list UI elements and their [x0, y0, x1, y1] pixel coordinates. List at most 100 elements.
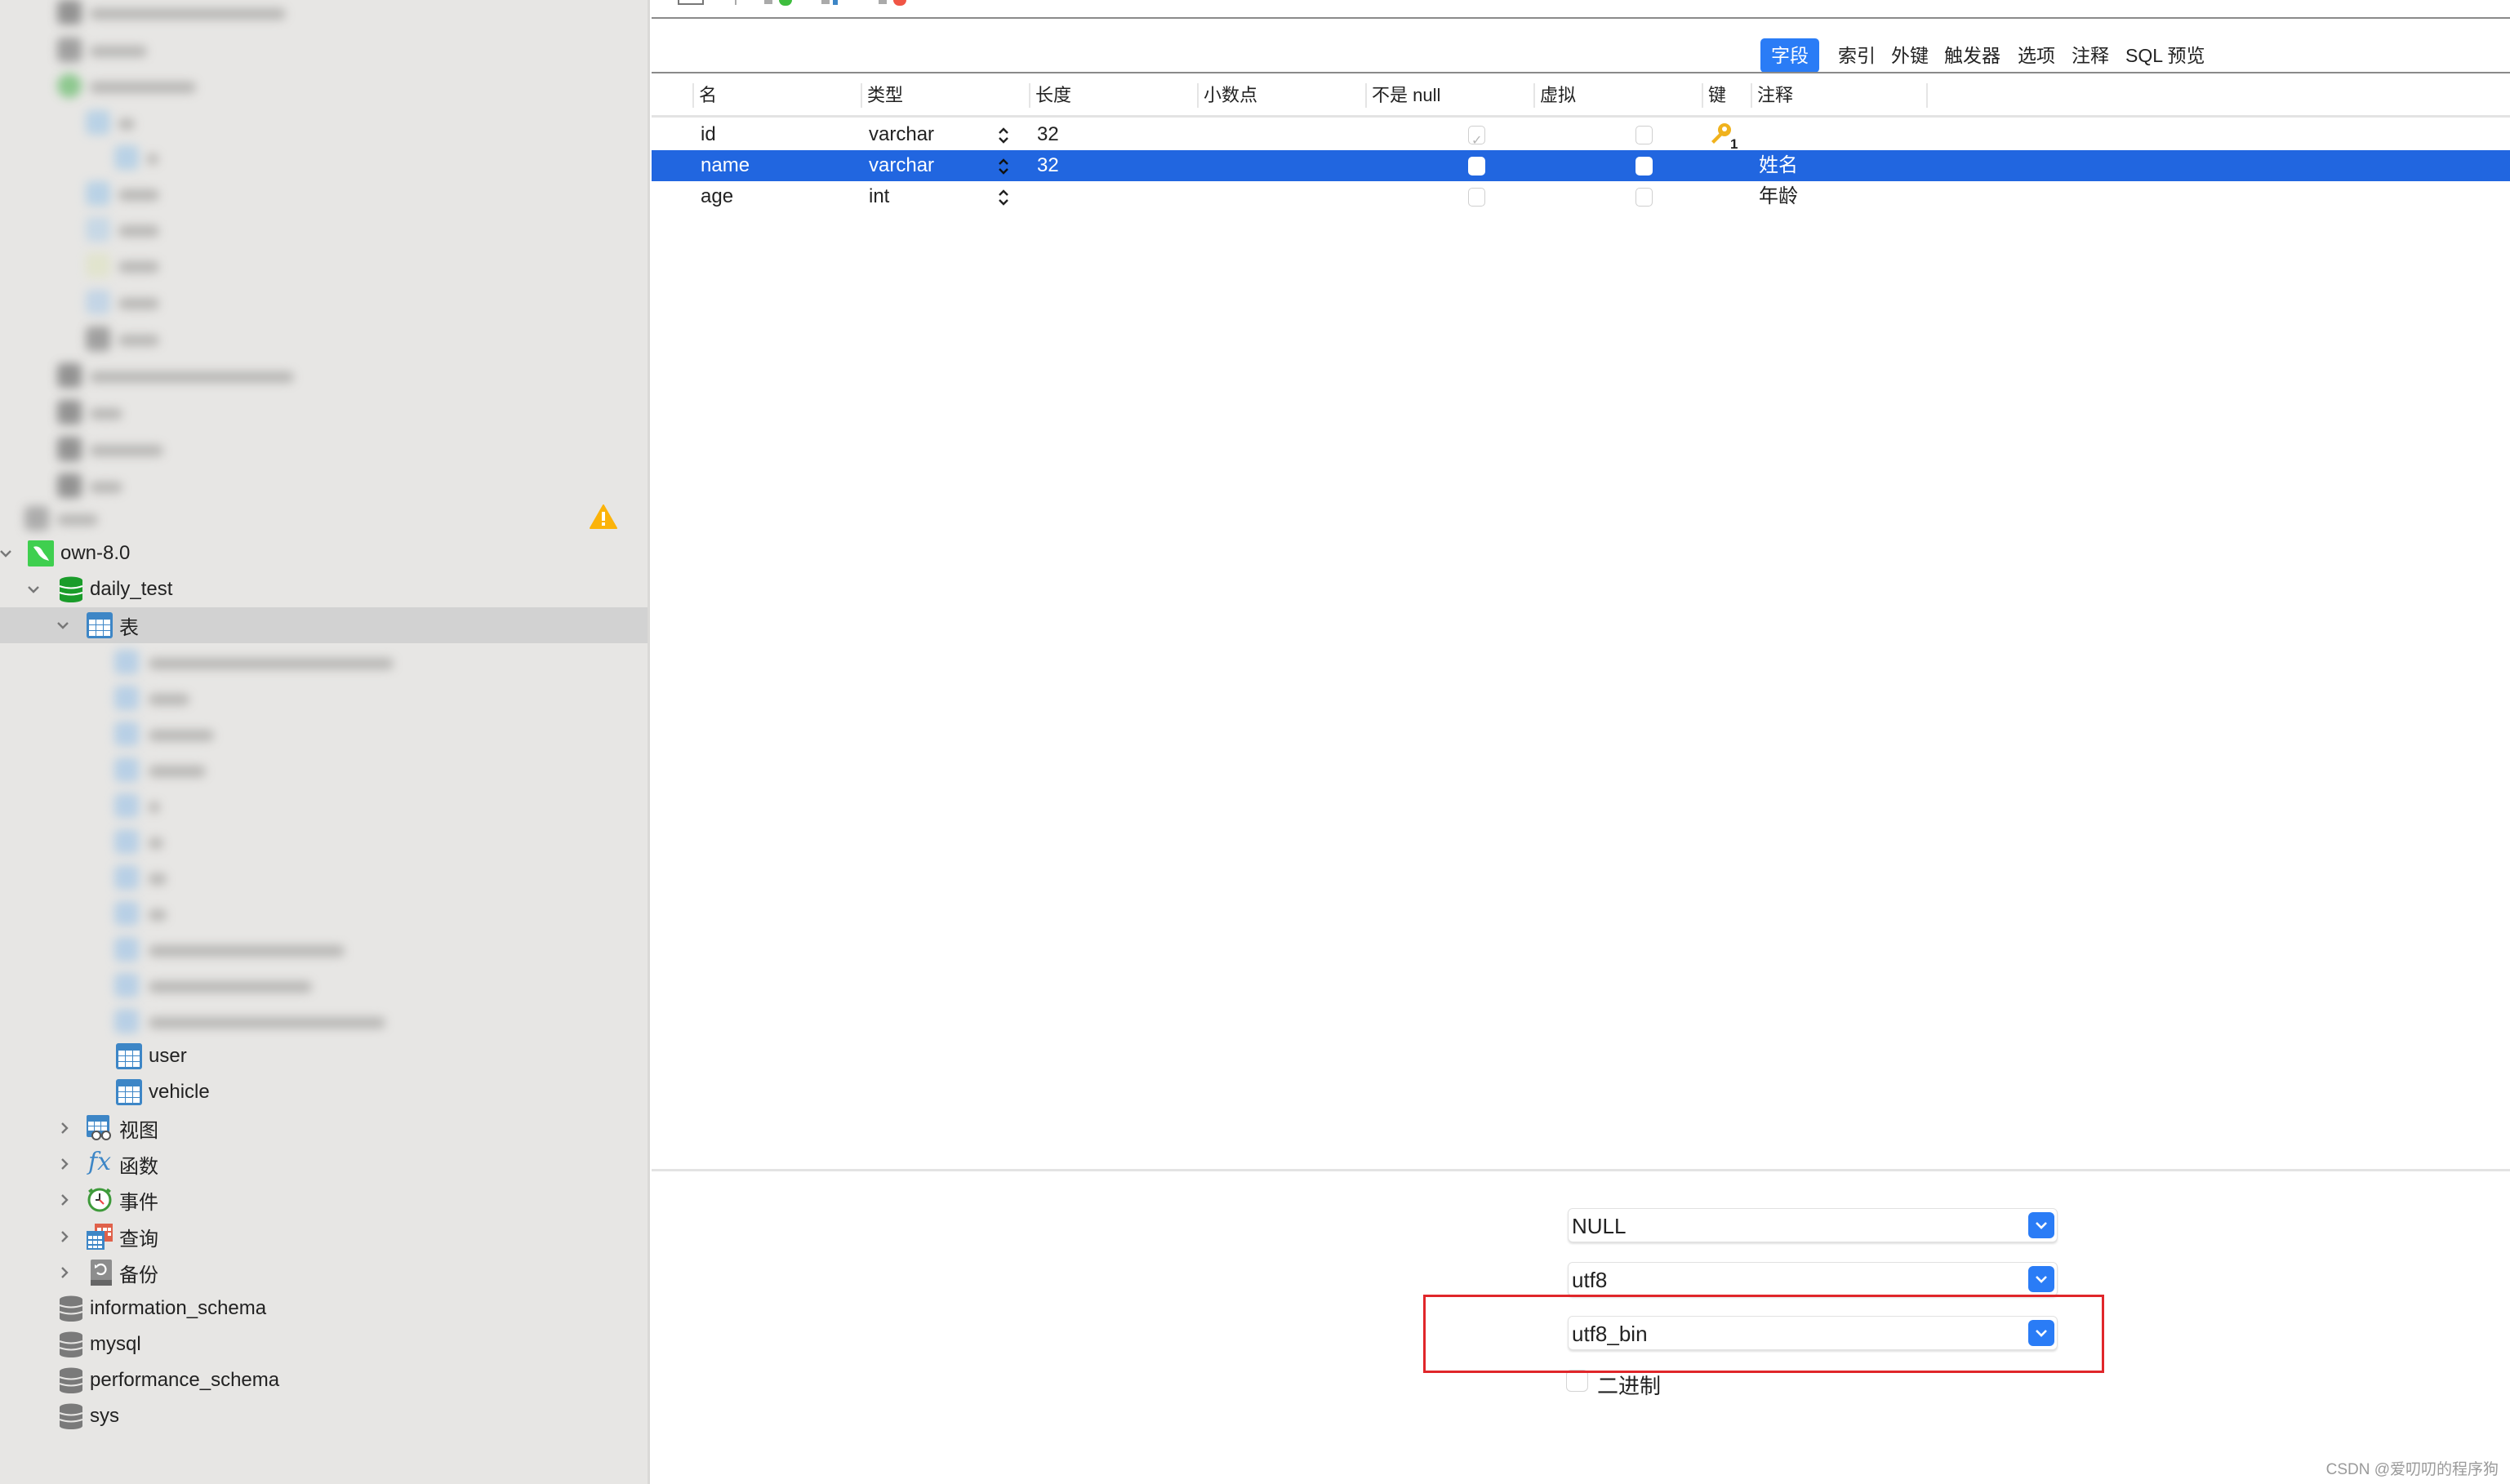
column-header-type[interactable]: 类型 — [861, 83, 1029, 108]
delete-field-icon[interactable] — [879, 0, 887, 4]
tree-item-database-performance-schema[interactable]: performance_schema — [0, 1362, 648, 1398]
chevron-down-icon[interactable] — [2028, 1266, 2054, 1292]
chevron-right-icon[interactable] — [56, 1191, 73, 1209]
field-comment[interactable]: 年龄 — [1759, 181, 1798, 212]
virtual-checkbox[interactable] — [1636, 188, 1653, 207]
charset-select[interactable]: utf8 — [1568, 1262, 2058, 1296]
tab-indexes[interactable]: 索引 — [1827, 38, 1886, 73]
chevron-down-icon[interactable] — [54, 616, 72, 634]
field-row-selected[interactable]: name varchar 32 姓名 — [652, 150, 2510, 181]
tree-item-backups[interactable]: 备份 — [0, 1255, 648, 1291]
default-value-select[interactable]: NULL — [1568, 1208, 2058, 1242]
obscured-table-item[interactable] — [114, 686, 212, 710]
obscured-table-item[interactable] — [114, 973, 343, 997]
tree-item-connection[interactable]: own-8.0 — [0, 535, 648, 571]
obscured-table-item[interactable] — [114, 758, 229, 782]
tree-item-table-vehicle[interactable]: vehicle — [0, 1074, 648, 1110]
binary-checkbox[interactable] — [1566, 1370, 1588, 1392]
fields-grid[interactable]: 名 类型 长度 小数点 不是 null 虚拟 键 注释 id varchar 3… — [652, 73, 2510, 1169]
obscured-table-item[interactable] — [114, 722, 245, 746]
field-comment[interactable]: 姓名 — [1759, 150, 1798, 181]
chevron-down-icon[interactable] — [2028, 1212, 2054, 1238]
field-type[interactable]: int — [869, 181, 889, 212]
chevron-down-icon[interactable] — [0, 544, 15, 562]
tree-item-database-information-schema[interactable]: information_schema — [0, 1291, 648, 1326]
virtual-checkbox[interactable] — [1636, 157, 1653, 176]
column-header-decimals[interactable]: 小数点 — [1197, 83, 1365, 108]
tab-triggers[interactable]: 触发器 — [1934, 38, 2011, 73]
obscured-tree-item — [86, 110, 184, 135]
tree-label: 表 — [119, 616, 139, 639]
not-null-checkbox[interactable] — [1468, 157, 1485, 176]
column-header-virtual[interactable]: 虚拟 — [1533, 83, 1702, 108]
panel-splitter[interactable] — [652, 1169, 2510, 1171]
field-name[interactable]: age — [701, 181, 733, 212]
tree-item-functions[interactable]: fx 函数 — [0, 1146, 648, 1182]
column-header-not-null[interactable]: 不是 null — [1365, 83, 1533, 108]
save-icon[interactable] — [678, 0, 704, 5]
add-green-icon[interactable] — [779, 0, 792, 6]
field-name[interactable]: id — [701, 119, 716, 150]
obscured-table-item[interactable] — [114, 793, 188, 818]
tree-item-database[interactable]: daily_test — [0, 571, 648, 607]
tab-comment[interactable]: 注释 — [2061, 38, 2120, 73]
type-stepper-icon[interactable] — [998, 126, 1009, 145]
delete-red-icon[interactable] — [893, 0, 906, 6]
tree-item-events[interactable]: 事件 — [0, 1182, 648, 1218]
field-length[interactable]: 32 — [1037, 119, 1059, 150]
tree-label: 事件 — [119, 1191, 158, 1214]
type-stepper-icon[interactable] — [998, 188, 1009, 207]
tab-fields[interactable]: 字段 — [1760, 38, 1819, 73]
chevron-right-icon[interactable] — [56, 1264, 73, 1282]
tab-sql-preview[interactable]: SQL 预览 — [2115, 38, 2216, 73]
obscured-table-item[interactable] — [114, 829, 188, 854]
column-header-comment[interactable]: 注释 — [1751, 83, 1926, 108]
obscured-tree-item — [57, 38, 220, 62]
virtual-checkbox[interactable] — [1636, 126, 1653, 144]
event-clock-icon — [87, 1188, 112, 1212]
chevron-right-icon[interactable] — [56, 1119, 73, 1137]
warning-icon[interactable] — [590, 504, 617, 529]
column-header-key[interactable]: 键 — [1702, 83, 1751, 108]
obscured-table-item[interactable] — [114, 650, 408, 674]
field-type[interactable]: varchar — [869, 119, 934, 150]
obscured-table-item[interactable] — [114, 865, 188, 890]
insert-blue-icon[interactable] — [833, 0, 838, 5]
not-null-checkbox[interactable] — [1468, 188, 1485, 207]
column-header-end — [1926, 83, 1934, 108]
obscured-tree-item — [86, 327, 184, 351]
tree-label: user — [149, 1045, 187, 1067]
field-name[interactable]: name — [701, 150, 750, 181]
charset-current: utf8 — [1572, 1268, 1608, 1292]
tree-item-tables-group[interactable]: 表 — [0, 607, 648, 643]
obscured-tree-item — [57, 73, 237, 98]
add-field-icon[interactable] — [764, 0, 772, 4]
chevron-right-icon[interactable] — [56, 1228, 73, 1246]
obscured-table-item[interactable] — [114, 1009, 392, 1033]
tree-item-database-mysql[interactable]: mysql — [0, 1326, 648, 1362]
tree-item-views[interactable]: 视图 — [0, 1110, 648, 1146]
chevron-down-icon[interactable] — [24, 580, 42, 598]
column-header-name[interactable]: 名 — [692, 83, 861, 108]
obscured-tree-item — [57, 363, 302, 388]
database-icon — [59, 1403, 83, 1429]
tab-options[interactable]: 选项 — [2007, 38, 2066, 73]
object-tree-sidebar[interactable]: own-8.0 daily_test 表 user vehicle 视图 fx … — [0, 0, 650, 1484]
field-length[interactable]: 32 — [1037, 150, 1059, 181]
toolbar-divider — [735, 0, 737, 5]
obscured-table-item[interactable] — [114, 937, 359, 962]
chevron-right-icon[interactable] — [56, 1155, 73, 1173]
svg-text:1: 1 — [1730, 136, 1738, 150]
obscured-table-item[interactable] — [114, 901, 188, 926]
insert-field-icon[interactable] — [821, 0, 830, 4]
not-null-checkbox[interactable]: ✓ — [1468, 126, 1485, 148]
field-row[interactable]: age int 年龄 — [652, 181, 2510, 212]
tab-foreign-keys[interactable]: 外键 — [1880, 38, 1939, 73]
type-stepper-icon[interactable] — [998, 157, 1009, 176]
tree-item-table-user[interactable]: user — [0, 1038, 648, 1074]
column-header-length[interactable]: 长度 — [1029, 83, 1197, 108]
tree-item-database-sys[interactable]: sys — [0, 1398, 648, 1434]
field-row[interactable]: id varchar 32 ✓ 1 — [652, 119, 2510, 150]
tree-item-queries[interactable]: 查询 — [0, 1219, 648, 1255]
field-type[interactable]: varchar — [869, 150, 934, 181]
